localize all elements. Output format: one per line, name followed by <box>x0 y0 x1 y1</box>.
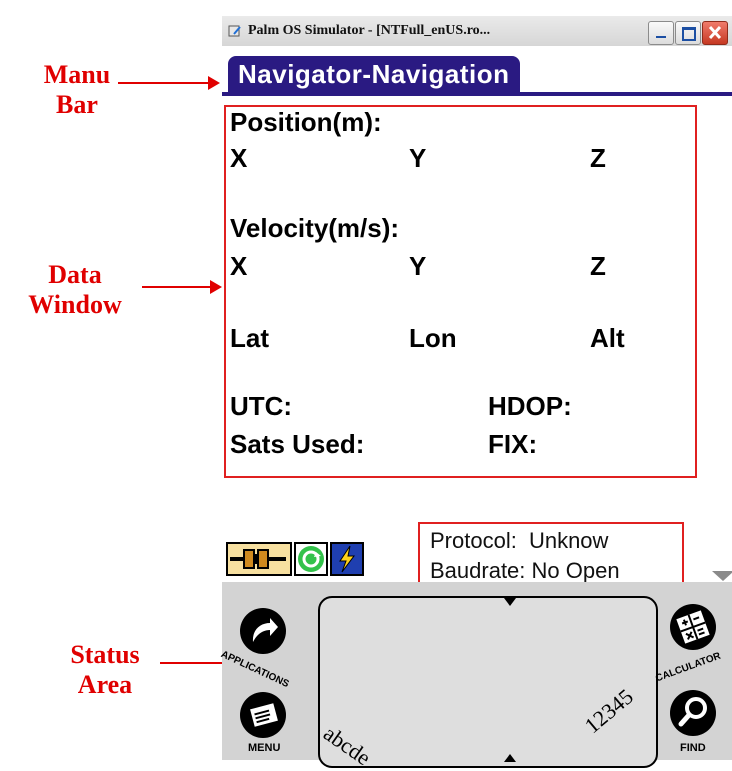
applications-caption: APPLICATIONS <box>219 648 291 691</box>
baudrate-label: Baudrate: <box>430 558 526 583</box>
protocol-label: Protocol: <box>430 528 517 553</box>
find-button[interactable] <box>670 690 716 736</box>
graffiti-numbers-label: 12345 <box>579 683 638 739</box>
graffiti-bottom-marker <box>504 754 516 762</box>
silkscreen-area: APPLICATIONS MENU abcde 12345 CALCULATOR… <box>219 582 732 770</box>
menu-bar[interactable]: Navigator-Navigation <box>222 54 732 96</box>
minimize-icon <box>656 36 666 38</box>
latitude-label: Lat <box>230 323 269 353</box>
position-x-label: X <box>230 143 248 173</box>
maximize-button[interactable] <box>675 21 701 45</box>
graffiti-input-area[interactable]: abcde 12345 <box>318 596 658 771</box>
menu-list-icon <box>250 703 278 727</box>
close-icon <box>708 25 722 40</box>
position-y-label: Y <box>409 143 427 173</box>
protocol-value: Unknow <box>528 528 609 553</box>
palm-simulator-window: Palm OS Simulator - [NTFull_enUS.ro... N… <box>219 16 732 770</box>
velocity-z-label: Z <box>590 251 606 281</box>
protocol-status: Protocol: Unknow <box>430 528 608 554</box>
velocity-heading: Velocity(m/s): <box>230 213 400 243</box>
utc-label: UTC: <box>230 391 293 421</box>
menu-bar-rule <box>222 92 732 96</box>
graffiti-letters-label: abcde <box>319 720 376 771</box>
sats-used-label: Sats Used: <box>230 429 365 459</box>
app-title-tab[interactable]: Navigator-Navigation <box>228 56 520 92</box>
position-z-label: Z <box>590 143 606 173</box>
calculator-button[interactable] <box>670 604 716 650</box>
palm-screen: Navigator-Navigation Position(m): X Y Z … <box>222 46 732 594</box>
calculator-caption: CALCULATOR <box>654 650 723 685</box>
menu-caption: MENU <box>248 742 281 754</box>
connect-plug-icon[interactable] <box>226 542 292 576</box>
longitude-label: Lon <box>409 323 457 353</box>
hdop-label: HDOP: <box>488 391 572 421</box>
calculator-icon <box>676 610 710 644</box>
minimize-button[interactable] <box>648 21 674 45</box>
baudrate-status: Baudrate: No Open <box>430 558 620 584</box>
scroll-down-arrow-icon[interactable] <box>712 571 732 581</box>
data-window: Position(m): X Y Z Velocity(m/s): X Y Z … <box>224 105 697 478</box>
velocity-x-label: X <box>230 251 248 281</box>
position-heading: Position(m): <box>230 107 382 137</box>
baudrate-value: No Open <box>531 558 620 583</box>
altitude-label: Alt <box>590 323 625 353</box>
menu-button[interactable] <box>240 692 286 738</box>
applications-arrow-icon <box>252 618 278 642</box>
palm-app-icon <box>228 25 241 37</box>
window-title: Palm OS Simulator - [NTFull_enUS.ro... <box>248 23 491 38</box>
sync-icon[interactable] <box>294 542 328 576</box>
fix-label: FIX: <box>488 429 538 459</box>
velocity-y-label: Y <box>409 251 427 281</box>
window-titlebar[interactable]: Palm OS Simulator - [NTFull_enUS.ro... <box>222 16 732 47</box>
maximize-icon <box>682 27 696 41</box>
status-row: Protocol: Unknow Baudrate: No Open <box>222 522 732 594</box>
magnifier-icon <box>678 697 707 727</box>
close-button[interactable] <box>702 21 728 45</box>
applications-button[interactable] <box>240 608 286 654</box>
find-caption: FIND <box>680 742 706 754</box>
lightning-icon[interactable] <box>330 542 364 576</box>
graffiti-top-marker <box>504 598 516 606</box>
